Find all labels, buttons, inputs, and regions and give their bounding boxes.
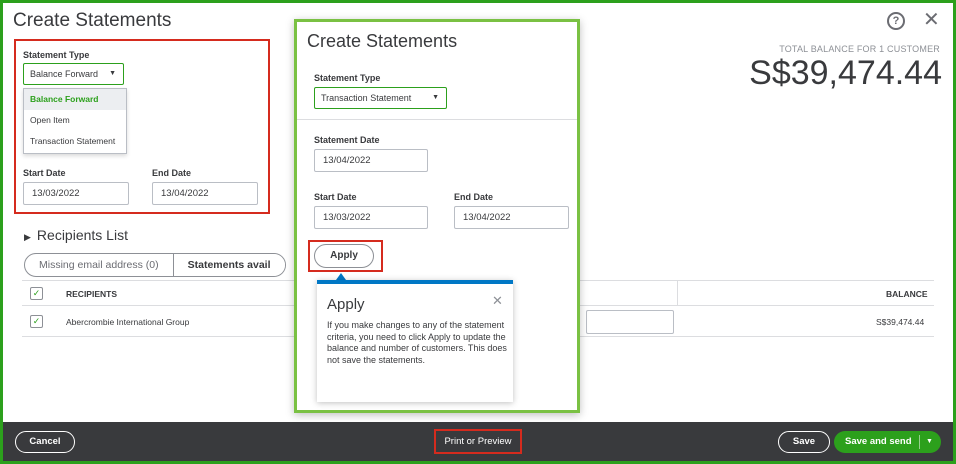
dialog-statement-type-label: Statement Type xyxy=(314,73,381,83)
apply-button[interactable]: Apply xyxy=(314,244,374,268)
save-and-send-button[interactable]: Save and send ▼ xyxy=(834,431,941,453)
tooltip-title: Apply xyxy=(327,296,365,313)
statement-type-value: Balance Forward xyxy=(30,69,99,79)
dropdown-option-balance-forward[interactable]: Balance Forward xyxy=(24,89,126,110)
tab-missing-email[interactable]: Missing email address (0) xyxy=(25,254,173,276)
print-or-preview-button[interactable]: Print or Preview xyxy=(434,429,522,454)
column-divider xyxy=(677,281,678,306)
triangle-right-icon: ▶ xyxy=(24,232,31,242)
recipients-segmented-control: Missing email address (0) Statements ava… xyxy=(24,253,286,277)
row-checkbox[interactable]: ✓ xyxy=(30,315,43,328)
dialog-statement-date-label: Statement Date xyxy=(314,135,380,145)
recipient-balance: S$39,474.44 xyxy=(876,317,925,327)
select-all-checkbox[interactable]: ✓ xyxy=(30,287,43,300)
help-icon[interactable]: ? xyxy=(887,12,905,30)
checkmark-icon: ✓ xyxy=(32,288,41,298)
recipients-list-toggle[interactable]: ▶ Recipients List xyxy=(24,227,128,243)
cancel-button[interactable]: Cancel xyxy=(15,431,75,453)
dialog-divider xyxy=(297,119,577,120)
dialog-statement-date-input[interactable]: 13/04/2022 xyxy=(314,149,428,172)
start-date-input[interactable]: 13/03/2022 xyxy=(23,182,129,205)
dialog-end-date-label: End Date xyxy=(454,192,494,202)
recipient-name: Abercrombie International Group xyxy=(66,317,190,327)
tooltip-body: If you make changes to any of the statem… xyxy=(327,320,507,365)
dialog-start-date-input[interactable]: 13/03/2022 xyxy=(314,206,428,229)
caret-down-icon[interactable]: ▼ xyxy=(926,431,933,453)
save-button[interactable]: Save xyxy=(778,431,830,453)
total-balance-label: TOTAL BALANCE FOR 1 CUSTOMER xyxy=(779,44,940,54)
apply-tooltip: Apply ✕ If you make changes to any of th… xyxy=(317,280,513,402)
statement-type-select[interactable]: Balance Forward ▼ xyxy=(23,63,124,85)
end-date-label: End Date xyxy=(152,168,192,178)
dialog-end-date-input[interactable]: 13/04/2022 xyxy=(454,206,569,229)
dropdown-option-transaction-statement[interactable]: Transaction Statement xyxy=(24,131,126,152)
dialog-statement-type-select[interactable]: Transaction Statement ▼ xyxy=(314,87,447,109)
statement-type-label: Statement Type xyxy=(23,50,90,60)
tab-statements-available[interactable]: Statements avail xyxy=(172,254,285,276)
dialog-start-date-label: Start Date xyxy=(314,192,357,202)
close-icon[interactable]: ✕ xyxy=(492,293,503,309)
close-icon[interactable]: ✕ xyxy=(923,9,940,31)
caret-down-icon: ▼ xyxy=(432,94,439,101)
save-and-send-label: Save and send xyxy=(845,436,912,447)
caret-down-icon: ▼ xyxy=(109,70,116,77)
total-balance-value: S$39,474.44 xyxy=(749,54,942,92)
button-separator xyxy=(919,435,920,449)
column-header-recipients: RECIPIENTS xyxy=(66,289,118,299)
recipients-list-title: Recipients List xyxy=(36,227,128,243)
page-title: Create Statements xyxy=(13,10,172,31)
dialog-statement-type-value: Transaction Statement xyxy=(321,93,412,103)
end-date-input[interactable]: 13/04/2022 xyxy=(152,182,258,205)
tooltip-pointer xyxy=(336,273,346,280)
start-date-label: Start Date xyxy=(23,168,66,178)
statement-type-dropdown: Balance Forward Open Item Transaction St… xyxy=(23,88,127,154)
recipient-email-input[interactable] xyxy=(586,310,674,334)
checkmark-icon: ✓ xyxy=(32,316,41,326)
dropdown-option-open-item[interactable]: Open Item xyxy=(24,110,126,131)
column-header-balance: BALANCE xyxy=(886,289,928,299)
